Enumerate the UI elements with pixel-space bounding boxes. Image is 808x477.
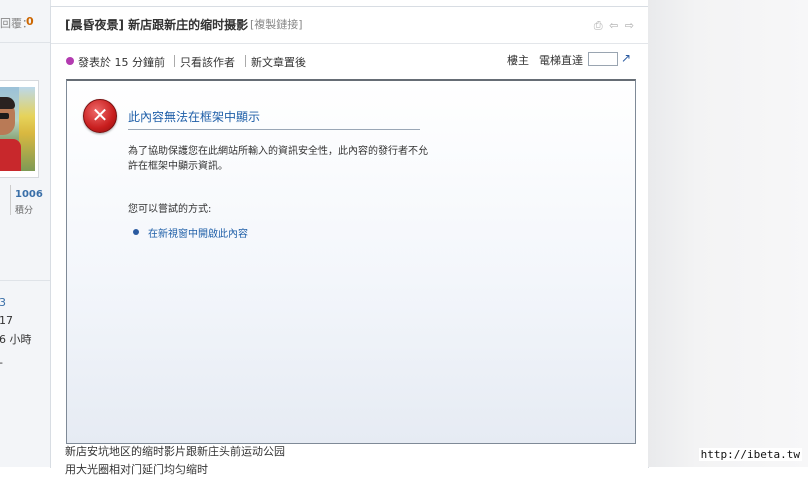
watermark: http://ibeta.tw: [698, 448, 802, 461]
page-background: http://ibeta.tw: [648, 0, 808, 467]
post-title: [晨昏夜景] 新店跟新庄的缩时摄影: [65, 18, 249, 32]
jump-to-floor-label: 電梯直達: [539, 54, 583, 67]
user-stat-value: -: [0, 356, 3, 369]
post-body-text: 新店安坑地区的缩时影片跟新庄头前运动公园: [65, 445, 285, 458]
error-description: 為了協助保護您在此網站所輸入的資訊安全性，此內容的發行者不允許在框架中顯示資訊。: [128, 146, 428, 172]
print-icon[interactable]: ⎙: [594, 20, 603, 31]
embedded-frame-error: ✕ 此內容無法在框架中顯示 為了協助保護您在此網站所輸入的資訊安全性，此內容的發…: [66, 79, 636, 444]
user-info-column: 回覆： 0 1006 積分 3 17 6 小時 -: [0, 0, 51, 467]
post-body-text: 用大光圈相对门延门均匀缩时: [65, 463, 208, 476]
bullet-icon: [133, 229, 139, 235]
copy-link-button[interactable]: [複製鏈接]: [250, 16, 303, 32]
options-heading: 您可以嘗試的方式:: [128, 204, 212, 215]
divider: [128, 129, 420, 130]
divider: [245, 55, 246, 67]
previous-thread-icon[interactable]: ⇦: [609, 20, 618, 31]
points-value[interactable]: 1006: [15, 189, 43, 200]
points-label: 積分: [15, 206, 34, 216]
title-tools: ⎙ ⇦ ⇨: [591, 19, 634, 32]
post-title-bar: [晨昏夜景] 新店跟新庄的缩时摄影 [複製鏈接] ⎙ ⇦ ⇨: [51, 7, 648, 44]
post-container: [晨昏夜景] 新店跟新庄的缩时摄影 [複製鏈接] ⎙ ⇦ ⇨ 發表於 15 分鐘…: [50, 6, 649, 476]
online-status-icon: [66, 57, 74, 65]
open-in-new-window-link[interactable]: 在新視窗中開啟此內容: [148, 225, 248, 240]
error-icon: ✕: [83, 99, 117, 133]
column-divider: [0, 280, 50, 281]
user-stat-value: 17: [0, 314, 13, 327]
next-thread-icon[interactable]: ⇨: [625, 20, 634, 31]
user-stat-value[interactable]: 3: [0, 296, 6, 309]
reply-count-value: 0: [26, 15, 34, 28]
reverse-order-link[interactable]: 新文章置後: [251, 54, 306, 70]
floor-label: 樓主: [507, 54, 529, 67]
only-author-link[interactable]: 只看該作者: [180, 54, 235, 70]
reply-count-row: 回覆： 0: [0, 0, 50, 43]
avatar[interactable]: [0, 80, 39, 178]
jump-to-floor-input[interactable]: [588, 52, 618, 66]
jump-go-icon[interactable]: ↗: [621, 51, 631, 65]
divider: [174, 55, 175, 67]
stat-divider: [10, 185, 11, 215]
user-stat-value: 6 小時: [0, 333, 32, 346]
avatar-photo: [0, 87, 35, 171]
error-title: 此內容無法在框架中顯示: [128, 110, 261, 124]
post-time: 發表於 15 分鐘前: [78, 56, 165, 69]
